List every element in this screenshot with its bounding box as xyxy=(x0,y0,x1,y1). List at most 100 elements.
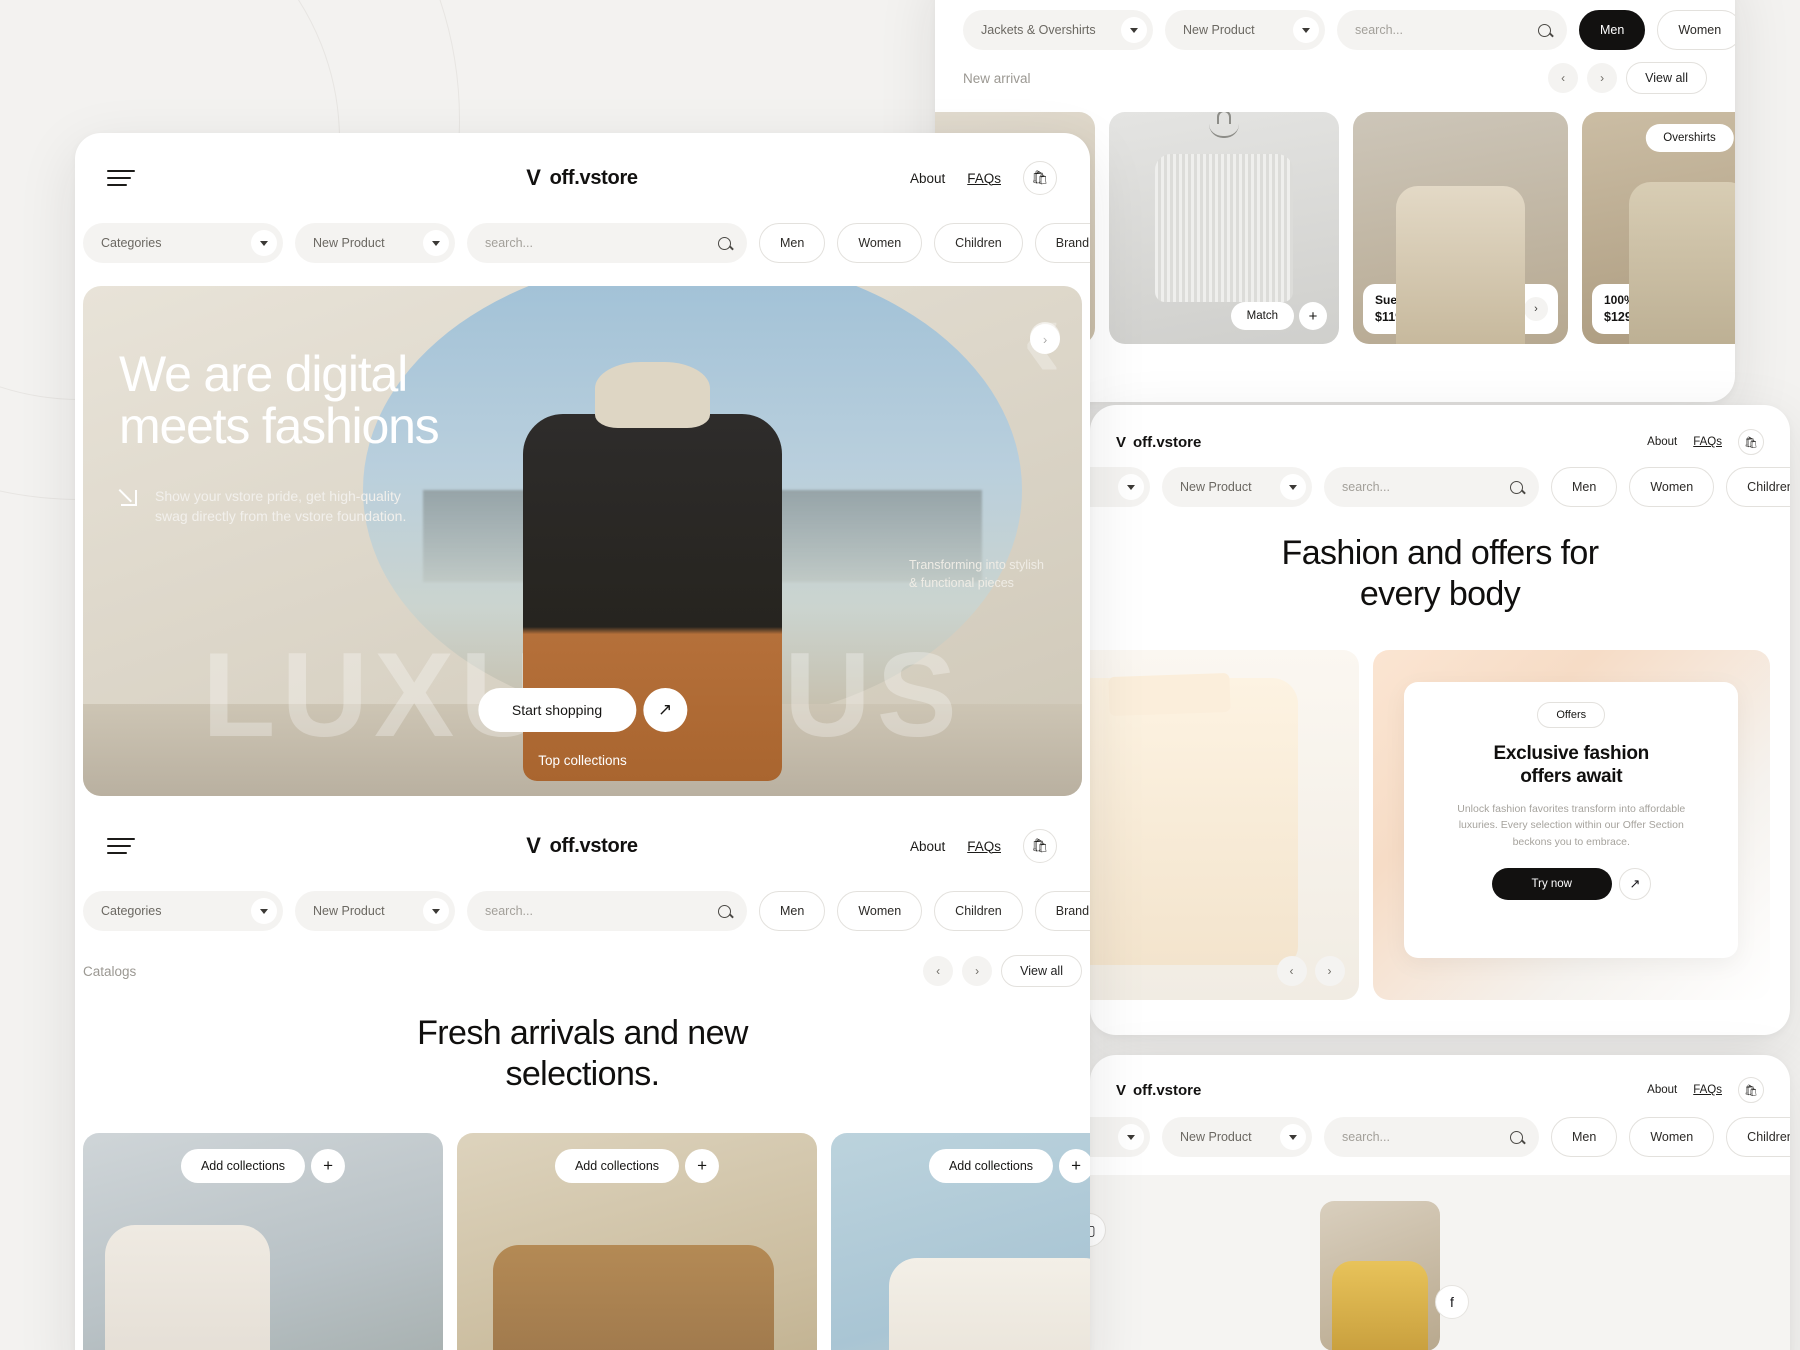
shirt-preview[interactable]: ‹ › xyxy=(1090,650,1359,1000)
prev-button[interactable]: ‹ xyxy=(1022,286,1062,397)
v-mark-icon: V xyxy=(526,165,541,190)
prev-button[interactable]: ‹ xyxy=(1276,956,1307,986)
search-icon[interactable] xyxy=(1510,480,1523,494)
hero-title: We are digital meets fashions xyxy=(119,346,440,452)
hero-title-line1: We are digital xyxy=(119,346,408,402)
brand-logo[interactable]: V off.vstore xyxy=(1116,1082,1201,1099)
plus-icon[interactable]: + xyxy=(311,1149,346,1183)
shopping-bag-icon[interactable]: 🛍 xyxy=(1738,429,1764,455)
plus-icon[interactable]: + xyxy=(1299,302,1327,330)
faqs-link[interactable]: FAQs xyxy=(967,171,1001,186)
new-product-select[interactable]: New Product xyxy=(1162,1117,1312,1157)
plus-icon[interactable]: + xyxy=(685,1149,720,1183)
shirt-carousel-nav: ‹ › xyxy=(1276,956,1345,986)
categories-select[interactable]: Categories xyxy=(1090,467,1150,507)
facebook-icon[interactable]: f xyxy=(1435,1285,1469,1319)
chip-men[interactable]: Men xyxy=(1579,10,1646,50)
product-go-button[interactable]: › xyxy=(1524,296,1548,321)
new-product-select[interactable]: New Product xyxy=(295,223,455,263)
start-shopping-button[interactable]: Start shopping xyxy=(477,688,637,732)
chip-women[interactable]: Women xyxy=(837,891,923,931)
about-link[interactable]: About xyxy=(1647,1084,1677,1096)
chip-children[interactable]: Children xyxy=(934,891,1023,931)
new-product-select[interactable]: New Product xyxy=(1162,467,1312,507)
chip-children[interactable]: Children xyxy=(1726,467,1790,507)
about-link[interactable]: About xyxy=(910,171,945,186)
try-now-action: Try now ↗ xyxy=(1491,867,1651,900)
search-icon[interactable] xyxy=(1510,1130,1523,1144)
search-input[interactable]: search... xyxy=(1337,10,1567,50)
brand-logo[interactable]: V off.vstore xyxy=(526,833,638,859)
chip-men[interactable]: Men xyxy=(1551,467,1618,507)
arrow-up-right-icon[interactable]: ↗ xyxy=(1619,867,1651,900)
search-placeholder: search... xyxy=(1342,480,1390,494)
next-button[interactable]: › xyxy=(1314,956,1345,986)
categories-select[interactable]: Categories xyxy=(83,891,283,931)
categories-select[interactable]: Categories xyxy=(83,223,283,263)
faqs-link[interactable]: FAQs xyxy=(967,839,1001,854)
chip-men[interactable]: Men xyxy=(1551,1117,1618,1157)
shopping-bag-icon[interactable]: 🛍 xyxy=(1738,1077,1764,1103)
search-input[interactable]: search... xyxy=(1324,467,1539,507)
chevron-down-icon xyxy=(1118,474,1144,500)
add-collections-action[interactable]: Add collections + xyxy=(928,1149,1090,1183)
catalog-card[interactable]: Add collections + xyxy=(457,1133,817,1350)
search-input[interactable]: search... xyxy=(1324,1117,1539,1157)
hero-desc-line1: Show your vstore pride, get high-quality xyxy=(155,488,401,504)
match-action[interactable]: Match + xyxy=(1230,302,1327,330)
faqs-link[interactable]: FAQs xyxy=(1693,436,1722,448)
prev-button[interactable]: ‹ xyxy=(923,956,954,986)
plus-icon[interactable]: + xyxy=(1059,1149,1090,1183)
search-icon[interactable] xyxy=(718,904,731,918)
product-card[interactable]: Overshirts 100% linen jacket $129.99 $135… xyxy=(1582,112,1735,344)
brand-name: off.vstore xyxy=(549,834,638,857)
search-input[interactable]: search... xyxy=(467,891,747,931)
categories-select[interactable]: Categories xyxy=(1090,1117,1150,1157)
filter-bar-secondary: Categories New Product search... Men Wom… xyxy=(83,891,1090,931)
about-link[interactable]: About xyxy=(1647,436,1677,448)
chip-women[interactable]: Women xyxy=(837,223,923,263)
shopping-bag-icon[interactable]: 🛍 xyxy=(1023,829,1057,863)
product-card[interactable]: Suede-effect jacket $119.99 $135.99 › xyxy=(1353,112,1568,344)
offer-body: Unlock fashion favorites transform into … xyxy=(1457,801,1685,850)
chip-men[interactable]: Men xyxy=(759,891,826,931)
search-icon[interactable] xyxy=(1538,23,1551,37)
arrow-up-right-icon[interactable]: ↗ xyxy=(643,688,688,732)
brand-logo[interactable]: V off.vstore xyxy=(526,165,638,191)
chip-brand[interactable]: Brand xyxy=(1034,891,1090,931)
chip-children[interactable]: Children xyxy=(1726,1117,1790,1157)
new-product-select[interactable]: New Product xyxy=(295,891,455,931)
view-all-button[interactable]: View all xyxy=(1626,62,1707,94)
add-collections-action[interactable]: Add collections + xyxy=(180,1149,346,1183)
next-button[interactable]: › xyxy=(1587,63,1618,93)
try-now-button[interactable]: Try now xyxy=(1491,867,1612,900)
shirt-collar xyxy=(1108,672,1231,716)
menu-icon[interactable] xyxy=(107,170,135,186)
brand-name: off.vstore xyxy=(1133,433,1202,451)
search-icon[interactable] xyxy=(718,236,731,250)
add-collections-action[interactable]: Add collections + xyxy=(554,1149,720,1183)
chip-women[interactable]: Women xyxy=(1657,10,1735,50)
add-collections-label: Add collections xyxy=(554,1149,680,1183)
chip-men[interactable]: Men xyxy=(759,223,826,263)
brand-logo[interactable]: V off.vstore xyxy=(1116,434,1201,451)
faqs-link[interactable]: FAQs xyxy=(1693,1084,1722,1096)
jackets-category-select[interactable]: Jackets & Overshirts xyxy=(963,10,1153,50)
hero-tag-line2: & functional pieces xyxy=(909,576,1014,591)
chip-brand[interactable]: Brand xyxy=(1034,223,1090,263)
new-product-select[interactable]: New Product xyxy=(1165,10,1325,50)
about-link[interactable]: About xyxy=(910,839,945,854)
search-input[interactable]: search... xyxy=(467,223,747,263)
catalog-card[interactable]: Add collections + xyxy=(83,1133,443,1350)
next-button[interactable]: › xyxy=(962,956,993,986)
view-all-button[interactable]: View all xyxy=(1001,955,1082,987)
product-card[interactable]: Match + xyxy=(1109,112,1339,344)
prev-button[interactable]: ‹ xyxy=(1548,63,1579,93)
chip-women[interactable]: Women xyxy=(1629,1117,1715,1157)
catalog-card[interactable]: Add collections + xyxy=(831,1133,1090,1350)
chip-women[interactable]: Women xyxy=(1629,467,1715,507)
shopping-bag-icon[interactable]: 🛍 xyxy=(1023,161,1057,195)
chip-children[interactable]: Children xyxy=(934,223,1023,263)
instagram-icon[interactable]: ▢ xyxy=(1090,1213,1106,1247)
menu-icon[interactable] xyxy=(107,838,135,854)
